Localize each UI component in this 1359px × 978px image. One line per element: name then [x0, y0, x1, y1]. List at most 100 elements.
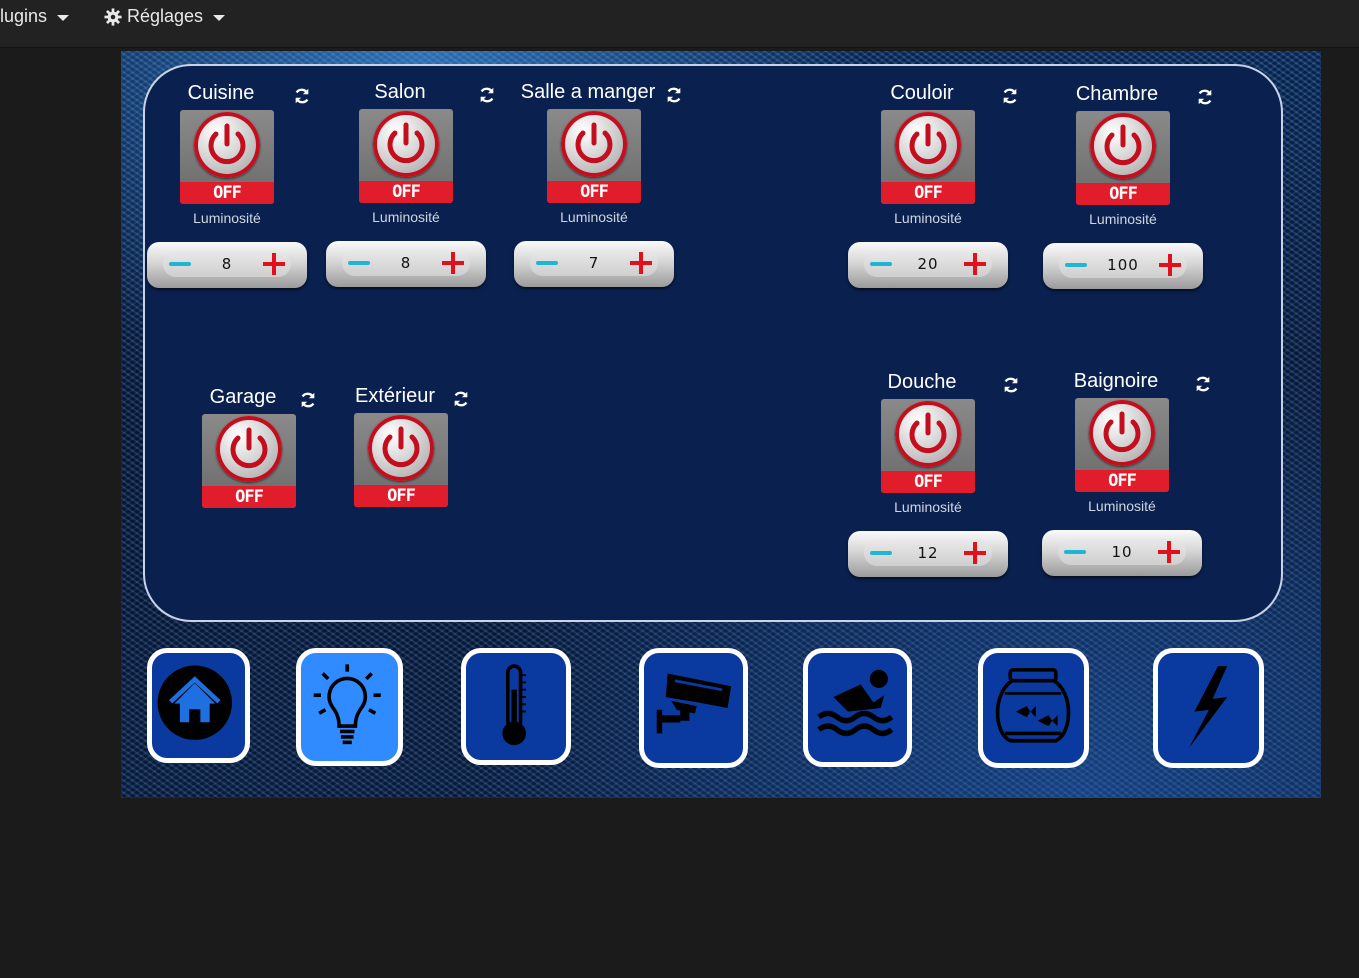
brightness-label: Luminosité	[372, 209, 440, 225]
brightness-value: 12	[917, 544, 939, 562]
power-switch[interactable]: OFF	[180, 110, 274, 204]
power-switch[interactable]: OFF	[881, 399, 975, 493]
refresh-icon[interactable]	[1001, 87, 1019, 105]
refresh-icon[interactable]	[452, 390, 470, 408]
refresh-icon[interactable]	[1194, 375, 1212, 393]
brightness-value: 8	[221, 255, 233, 273]
refresh-icon[interactable]	[293, 87, 311, 105]
plus-icon-vertical[interactable]	[973, 542, 977, 564]
settings-menu-label: Réglages	[127, 6, 204, 26]
switch-state: OFF	[881, 182, 975, 204]
power-icon	[230, 427, 268, 469]
settings-menu[interactable]: Réglages	[104, 6, 226, 27]
power-icon	[909, 412, 947, 454]
chevron-down-icon	[57, 14, 70, 21]
minus-icon[interactable]	[1065, 263, 1087, 267]
light-widget-salle-a-manger: Salle a manger OFF Luminosité 7	[514, 81, 681, 287]
power-icon	[909, 123, 947, 165]
brightness-label: Luminosité	[193, 210, 261, 226]
switch-state: OFF	[1075, 470, 1169, 492]
home-icon	[157, 665, 232, 740]
switch-state: OFF	[881, 471, 975, 493]
nav-energy-button[interactable]	[1153, 648, 1264, 768]
camera-icon	[656, 673, 732, 734]
light-name: Couloir	[890, 82, 954, 104]
minus-icon[interactable]	[348, 261, 370, 265]
gear-icon	[104, 7, 122, 26]
light-widget-cuisine: Cuisine OFF Luminosité 8	[147, 82, 309, 288]
power-switch[interactable]: OFF	[1076, 111, 1170, 205]
light-widget-garage: Garage OFF	[169, 386, 329, 516]
light-widget-couloir: Couloir OFF Luminosité 20	[848, 82, 1017, 288]
plus-icon-vertical[interactable]	[973, 253, 977, 275]
light-widget-douche: Douche OFF Luminosité 12	[848, 371, 1018, 577]
refresh-icon[interactable]	[1196, 88, 1214, 106]
plus-icon-vertical[interactable]	[1168, 254, 1172, 276]
brightness-stepper: 8	[147, 242, 307, 288]
light-widget-exterieur: Extérieur OFF	[321, 385, 481, 515]
plus-icon-vertical[interactable]	[272, 253, 276, 275]
nav-pool-button[interactable]	[803, 648, 912, 767]
power-switch[interactable]: OFF	[202, 414, 296, 508]
minus-icon[interactable]	[1064, 550, 1086, 554]
brightness-label: Luminosité	[894, 499, 962, 515]
power-switch[interactable]: OFF	[1075, 398, 1169, 492]
switch-state: OFF	[202, 486, 296, 508]
brightness-label: Luminosité	[560, 209, 628, 225]
light-widget-salon: Salon OFF Luminosité 8	[326, 81, 494, 287]
power-switch[interactable]: OFF	[881, 110, 975, 204]
top-navbar: lugins Réglages	[0, 0, 1359, 48]
switch-state: OFF	[354, 485, 448, 507]
plus-icon-vertical[interactable]	[639, 252, 643, 274]
power-switch[interactable]: OFF	[547, 109, 641, 203]
brightness-label: Luminosité	[894, 210, 962, 226]
refresh-icon[interactable]	[665, 86, 683, 104]
brightness-stepper: 20	[848, 242, 1008, 288]
switch-state: OFF	[1076, 183, 1170, 205]
nav-aquarium-button[interactable]	[978, 648, 1089, 768]
brightness-label: Luminosité	[1088, 498, 1156, 514]
light-name: Cuisine	[187, 82, 255, 104]
brightness-value: 100	[1107, 256, 1139, 274]
light-name: Chambre	[1075, 83, 1159, 105]
nav-temperature-button[interactable]	[461, 648, 571, 765]
refresh-icon[interactable]	[478, 86, 496, 104]
light-name: Salon	[374, 81, 426, 103]
refresh-icon[interactable]	[1002, 376, 1020, 394]
plus-icon-vertical[interactable]	[451, 252, 455, 274]
swimmer-icon	[817, 669, 894, 737]
light-widget-chambre: Chambre OFF Luminosité 100	[1043, 83, 1212, 289]
minus-icon[interactable]	[169, 262, 191, 266]
brightness-stepper: 7	[514, 241, 674, 287]
light-name: Salle a manger	[520, 81, 656, 103]
power-icon	[575, 122, 613, 164]
plus-icon-vertical[interactable]	[1167, 541, 1171, 563]
switch-state: OFF	[180, 182, 274, 204]
minus-icon[interactable]	[870, 262, 892, 266]
power-switch[interactable]: OFF	[359, 109, 453, 203]
thermometer-icon	[502, 664, 526, 746]
power-icon	[208, 123, 246, 165]
brightness-stepper: 12	[848, 531, 1008, 577]
lightning-icon	[1188, 666, 1228, 749]
power-icon	[387, 122, 425, 164]
brightness-value: 7	[588, 254, 600, 272]
brightness-stepper: 10	[1042, 530, 1202, 576]
plugins-menu[interactable]: lugins	[0, 6, 70, 27]
fishbowl-icon	[995, 667, 1071, 743]
nav-home-button[interactable]	[147, 648, 250, 763]
minus-icon[interactable]	[870, 551, 892, 555]
nav-camera-button[interactable]	[639, 648, 748, 768]
power-switch[interactable]: OFF	[354, 413, 448, 507]
power-icon	[382, 426, 420, 468]
switch-state: OFF	[359, 181, 453, 203]
chevron-down-icon	[213, 14, 226, 21]
plugins-menu-label: lugins	[0, 6, 48, 26]
brightness-label: Luminosité	[1089, 211, 1157, 227]
light-name: Extérieur	[354, 385, 436, 407]
light-widget-baignoire: Baignoire OFF Luminosité 10	[1042, 370, 1210, 576]
nav-lights-button[interactable]	[296, 648, 403, 766]
power-icon	[1104, 124, 1142, 166]
minus-icon[interactable]	[536, 261, 558, 265]
light-name: Douche	[887, 371, 957, 393]
